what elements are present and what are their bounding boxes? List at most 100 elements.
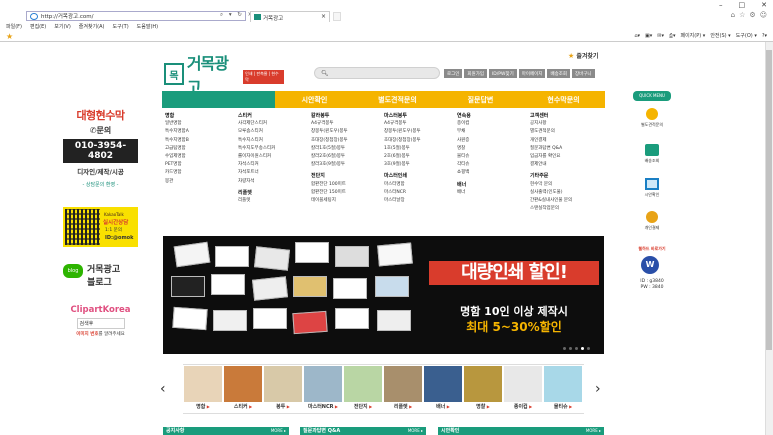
product-image[interactable] (184, 366, 222, 402)
top-link-join[interactable]: 회원가입 (464, 69, 487, 78)
product-item[interactable]: 전단지 ▶ (343, 365, 383, 415)
menu-heading[interactable]: 마스터인쇄 (384, 172, 457, 180)
product-label[interactable]: 물티슈 ▶ (543, 403, 583, 410)
menu-heading[interactable]: 명함 (165, 112, 238, 120)
menu-edit[interactable]: 편집(E) (30, 23, 46, 30)
menu-link[interactable]: 특수지명함B (165, 137, 238, 145)
nav-item-banner[interactable]: 현수막문의 (522, 91, 605, 108)
product-image[interactable] (344, 366, 382, 402)
qna-bar[interactable]: 질문과답변 Q&A MORE ▸ (300, 427, 426, 435)
menu-view[interactable]: 보기(V) (54, 23, 71, 30)
product-item[interactable]: 스티커 ▶ (223, 365, 263, 415)
product-item[interactable]: 물티슈 ▶ (543, 365, 583, 415)
menu-file[interactable]: 파일(F) (6, 23, 22, 30)
print-icon[interactable]: ⎙▾ (669, 33, 676, 39)
menu-link[interactable]: 실사출력(인도물) (530, 189, 603, 197)
menu-link[interactable]: 질문과답변 Q&A (530, 145, 603, 153)
menu-heading[interactable]: 배너 (457, 181, 530, 189)
menu-heading[interactable]: 리플렛 (238, 189, 311, 197)
menu-link[interactable]: 1호(5절)봉투 (384, 145, 457, 153)
slide-dot[interactable] (563, 347, 566, 350)
product-label[interactable]: 종이컵 ▶ (503, 403, 543, 410)
menu-link[interactable]: 일반명함 (165, 120, 238, 128)
menu-link[interactable]: 명찰 (457, 145, 530, 153)
menu-link[interactable]: 사각제단스티커 (238, 120, 311, 128)
favorites-icon[interactable]: ☆ (739, 11, 745, 19)
product-image[interactable] (224, 366, 262, 402)
new-tab-button[interactable] (333, 12, 341, 21)
menu-link[interactable]: 칼라1호(5절)봉투 (311, 145, 384, 153)
nav-item-qna[interactable]: 질문답변 (439, 91, 522, 108)
product-image[interactable] (424, 366, 462, 402)
prev-arrow-icon[interactable]: ‹ (160, 381, 166, 397)
menu-link[interactable]: 자석스티커 (238, 161, 311, 169)
product-label[interactable]: 봉투 ▶ (263, 403, 303, 410)
feeds-icon[interactable]: ▣▾ (645, 33, 652, 39)
kakao-banner[interactable]: KakaoTalk 실시간상담 1:1 문의 ID:@omok (63, 207, 138, 247)
menu-link[interactable]: A4규격봉투 (384, 120, 457, 128)
search-icon[interactable]: 🔍︎ (321, 70, 329, 77)
clipart-banner[interactable]: ClipartKorea 검색후 이미지 번호를 알려주세요 (63, 305, 138, 343)
help-icon[interactable]: ?▾ (762, 33, 767, 39)
product-label[interactable]: 명함 ▶ (183, 403, 223, 410)
product-item[interactable]: 종이컵 ▶ (503, 365, 543, 415)
menu-link[interactable]: 종이컵 (457, 120, 530, 128)
mail-icon[interactable]: ✉▾ (657, 33, 664, 39)
slide-dot[interactable] (581, 347, 584, 350)
menu-link[interactable]: 간판&실내사인물 문의 (530, 197, 603, 205)
bookmark-link[interactable]: ★ 즐겨찾기 (568, 51, 598, 60)
menu-favorites[interactable]: 즐겨찾기(A) (79, 23, 105, 30)
tab-close-icon[interactable]: × (321, 13, 326, 20)
webhard-title[interactable]: 웹하드 바로가기 (633, 246, 671, 252)
close-icon[interactable]: ✕ (761, 1, 767, 9)
scrollbar-thumb[interactable] (766, 50, 772, 350)
nav-item-quote[interactable]: 별도견적문의 (356, 91, 439, 108)
product-label[interactable]: 리플렛 ▶ (383, 403, 423, 410)
menu-heading[interactable]: 전단지 (311, 172, 384, 180)
menu-link[interactable]: 특수지스티커 (238, 137, 311, 145)
menu-link[interactable]: 카드명함 (165, 169, 238, 177)
top-link-delivery[interactable]: 배송조회 (547, 69, 571, 78)
search-input[interactable]: 🔍︎ (314, 67, 440, 79)
menu-link[interactable]: PET명함 (165, 161, 238, 169)
product-label[interactable]: 배너 ▶ (423, 403, 463, 410)
menu-link[interactable]: 배너 (457, 189, 530, 197)
menu-link[interactable]: 창봉투(윈도우)봉투 (384, 128, 457, 136)
menu-link[interactable]: 수입제명함 (165, 153, 238, 161)
menu-heading[interactable]: 연속용 (457, 112, 530, 120)
quick-item-proof[interactable]: 시안확인 (633, 178, 671, 198)
settings-gear-icon[interactable]: ⚙ (749, 11, 755, 19)
product-item[interactable]: 마스터NCR ▶ (303, 365, 343, 415)
menu-heading[interactable]: 스티커 (238, 112, 311, 120)
menu-link[interactable]: 2호(6절)봉투 (384, 153, 457, 161)
menu-link[interactable]: 롤이자이원스티커 (238, 153, 311, 161)
menu-link[interactable]: 마스터날장 (384, 197, 457, 205)
blog-banner[interactable]: blog 거목광고 블로그 (63, 262, 138, 290)
slide-dot[interactable] (569, 347, 572, 350)
product-item[interactable]: 리플렛 ▶ (383, 365, 423, 415)
proof-bar[interactable]: 시안확인 MORE ▸ (438, 427, 604, 435)
maximize-icon[interactable]: □ (739, 1, 746, 9)
home-icon[interactable]: ⌂ (731, 11, 735, 19)
slide-dot[interactable] (575, 347, 578, 350)
menu-link[interactable]: 마스터명함 (384, 181, 457, 189)
menu-help[interactable]: 도움말(H) (137, 23, 158, 30)
notice-bar[interactable]: 공지사항 MORE ▸ (163, 427, 289, 435)
product-image[interactable] (504, 366, 542, 402)
menu-heading[interactable]: 기타주문 (530, 172, 603, 180)
menu-link[interactable]: 자석포트너 (238, 169, 311, 177)
menu-link[interactable]: 쇼핑백 (457, 169, 530, 177)
more-link[interactable]: MORE ▸ (408, 427, 423, 435)
menu-link[interactable]: 특수지도무송스티커 (238, 145, 311, 153)
top-link-find[interactable]: ID/PW찾기 (488, 69, 517, 78)
menu-link[interactable]: 칼라3호(9절)봉투 (311, 161, 384, 169)
menu-link[interactable]: 공지사항 (530, 120, 603, 128)
menu-link[interactable]: 각티슈 (457, 161, 530, 169)
webhard-logo-icon[interactable]: W (641, 256, 659, 274)
menu-link[interactable]: 입금자를 확인요 (530, 153, 603, 161)
quick-item-delivery[interactable]: 배송조회 (633, 144, 671, 164)
main-banner[interactable]: 대량인쇄 할인! 명함 10인 이상 제작시 최대 5~30%할인 (163, 236, 604, 354)
top-link-login[interactable]: 로그인 (444, 69, 463, 78)
menu-link[interactable]: 특수지명함A (165, 128, 238, 136)
menu-link[interactable]: 차량자석 (238, 178, 311, 186)
